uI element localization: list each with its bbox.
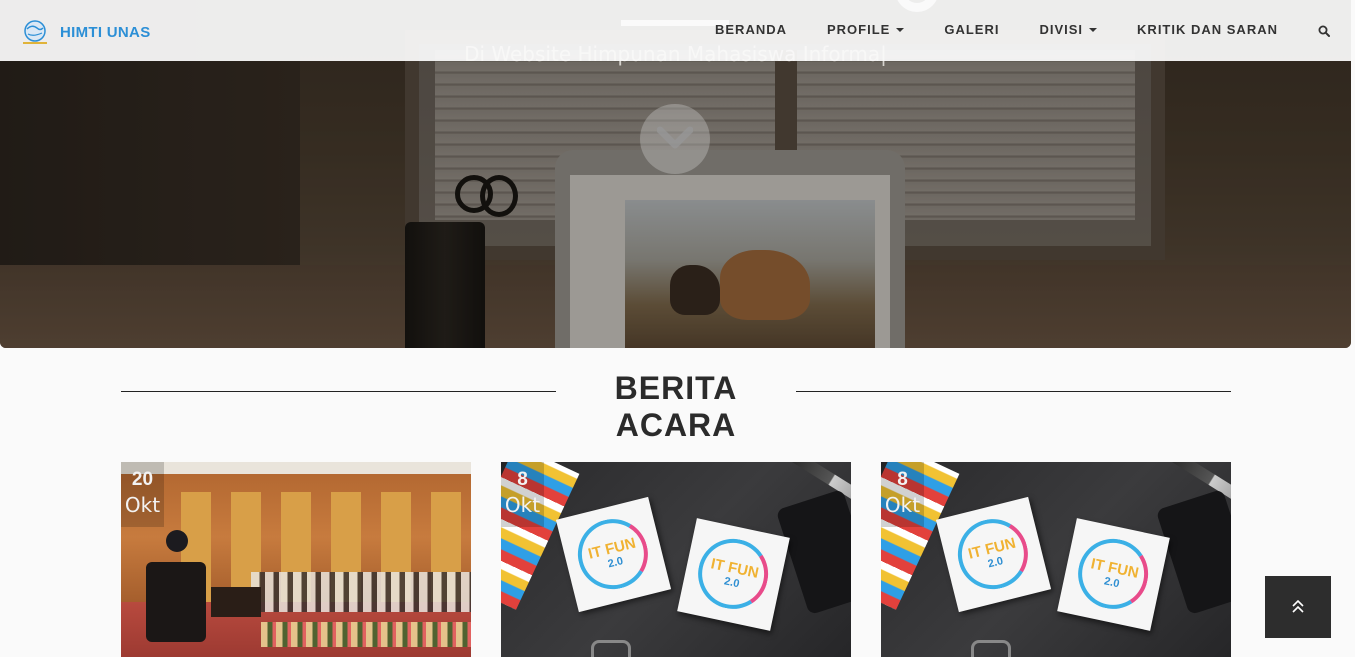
navbar: HIMTI UNAS BERANDA PROFILE GALERI DIVISI… [0,0,1355,61]
caret-down-icon [1089,27,1098,32]
brand-name: HIMTI UNAS [60,23,151,41]
nav-item-kritik-dan-saran[interactable]: KRITIK DAN SARAN [1137,22,1278,39]
scroll-down-button[interactable] [640,104,710,174]
nav-item-galeri[interactable]: GALERI [944,22,999,39]
news-card[interactable]: 20 Okt [121,462,471,657]
nav-menu: BERANDA PROFILE GALERI DIVISI KRITIK DAN… [715,0,1355,61]
date-badge: 8 Okt [501,462,544,527]
section-header: BERITA ACARA [121,370,1231,443]
nav-item-label: DIVISI [1039,22,1084,37]
date-month: Okt [884,493,921,517]
globe-logo-icon [20,18,50,46]
date-month: Okt [504,493,541,517]
date-day: 8 [517,469,528,490]
date-day: 8 [897,469,908,490]
nav-item-beranda[interactable]: BERANDA [715,22,787,39]
date-day: 20 [131,469,154,490]
search-button[interactable] [1318,25,1330,37]
brand[interactable]: HIMTI UNAS [20,18,151,46]
chevron-down-icon [657,126,693,149]
nav-item-profile[interactable]: PROFILE [827,22,905,39]
search-icon [1318,25,1330,37]
divider [796,391,1231,392]
date-badge: 20 Okt [121,462,164,527]
back-to-top-button[interactable] [1265,576,1331,638]
caret-down-icon [896,27,905,32]
nav-item-divisi[interactable]: DIVISI [1039,22,1098,39]
sticker: IT FUN 2.0 [1057,518,1170,631]
nav-item-label: BERANDA [715,22,787,37]
nav-item-label: GALERI [944,22,1000,37]
nav-item-label: KRITIK DAN SARAN [1137,22,1278,37]
divider [121,391,556,392]
date-badge: 8 Okt [881,462,924,527]
news-card[interactable]: IT FUN 2.0 IT FUN 2.0 8 Okt [501,462,851,657]
date-month: Okt [124,493,161,517]
section-title: BERITA ACARA [614,370,738,443]
double-chevron-up-icon [1292,600,1304,613]
sticker: IT FUN 2.0 [677,518,790,631]
news-card[interactable]: IT FUN 2.0 IT FUN 2.0 8 Okt [881,462,1231,657]
nav-item-label: PROFILE [827,22,891,37]
